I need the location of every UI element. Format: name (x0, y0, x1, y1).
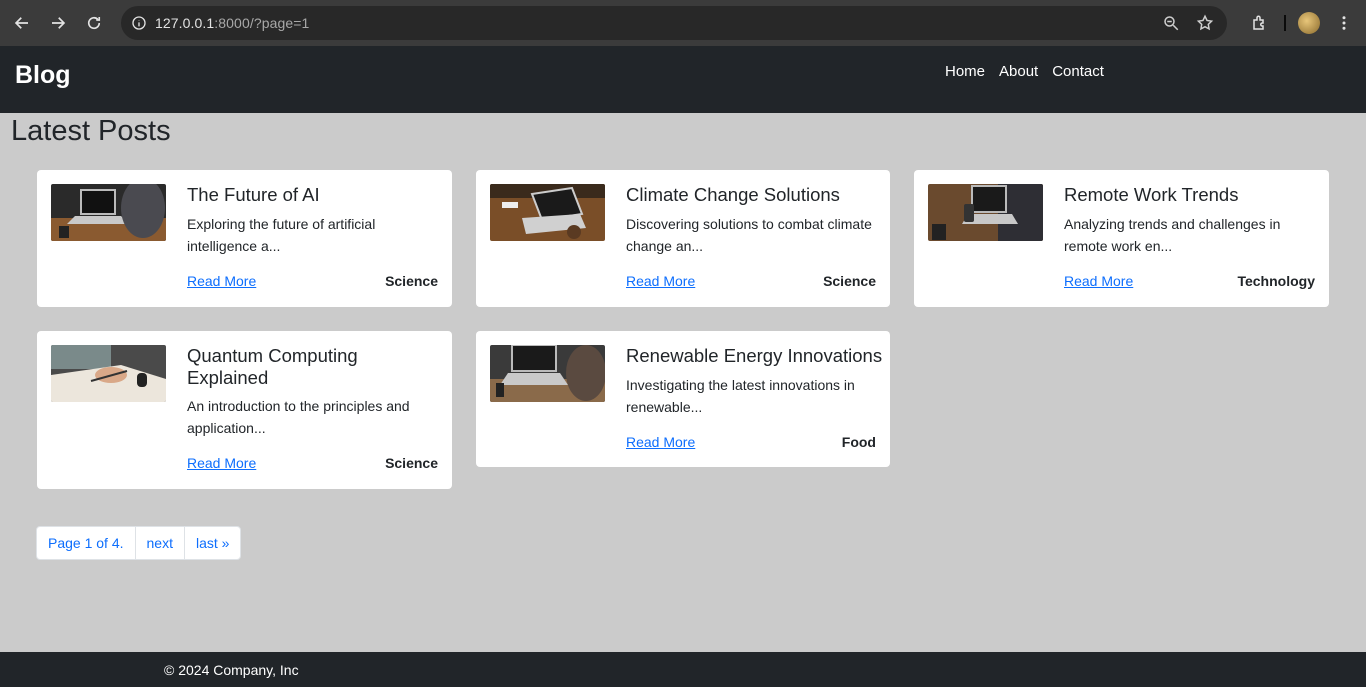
post-title[interactable]: The Future of AI (187, 184, 442, 206)
post-title[interactable]: Climate Change Solutions (626, 184, 881, 206)
post-card: Renewable Energy Innovations Investigati… (476, 331, 890, 467)
nav-home-link[interactable]: Home (945, 63, 985, 80)
nav-about-link[interactable]: About (999, 63, 1038, 80)
address-bar[interactable]: 127.0.0.1:8000/?page=1 (121, 6, 1227, 40)
read-more-link[interactable]: Read More (187, 455, 256, 471)
post-title[interactable]: Remote Work Trends (1064, 184, 1319, 206)
bookmark-star-icon[interactable] (1191, 9, 1219, 37)
post-excerpt: Investigating the latest innovations in … (626, 377, 855, 415)
pagination: Page 1 of 4. next last » (36, 526, 242, 560)
pagination-last-link[interactable]: last » (185, 527, 240, 559)
post-excerpt: Analyzing trends and challenges in remot… (1064, 216, 1281, 254)
post-excerpt: Exploring the future of artificial intel… (187, 216, 376, 254)
back-icon[interactable] (4, 5, 40, 41)
post-category: Technology (1237, 273, 1315, 289)
post-title[interactable]: Quantum Computing Explained (187, 345, 442, 389)
post-card: The Future of AI Exploring the future of… (37, 170, 452, 307)
url-host: 127.0.0.1 (155, 15, 215, 31)
post-category: Food (841, 434, 876, 450)
post-category: Science (385, 455, 438, 471)
extensions-icon[interactable] (1242, 5, 1278, 41)
site-info-icon[interactable] (123, 15, 155, 31)
site-footer: © 2024 Company, Inc (0, 652, 1366, 687)
pagination-current: Page 1 of 4. (37, 527, 136, 559)
post-card: Remote Work Trends Analyzing trends and … (914, 170, 1329, 307)
url-text: 127.0.0.1:8000/?page=1 (155, 15, 309, 31)
post-thumbnail (51, 184, 166, 241)
brand-logo[interactable]: Blog (15, 61, 71, 90)
read-more-link[interactable]: Read More (187, 273, 256, 289)
menu-kebab-icon[interactable] (1326, 5, 1362, 41)
post-card: Climate Change Solutions Discovering sol… (476, 170, 890, 307)
post-category: Science (823, 273, 876, 289)
pagination-next-link[interactable]: next (136, 527, 185, 559)
post-card: Quantum Computing Explained An introduct… (37, 331, 452, 489)
post-thumbnail (51, 345, 166, 402)
post-thumbnail (490, 345, 605, 402)
post-excerpt: Discovering solutions to combat climate … (626, 216, 872, 254)
toolbar-divider (1284, 15, 1286, 31)
site-navbar: Blog Home About Contact (0, 46, 1366, 113)
forward-icon[interactable] (40, 5, 76, 41)
read-more-link[interactable]: Read More (626, 273, 695, 289)
post-title[interactable]: Renewable Energy Innovations (626, 345, 886, 367)
profile-avatar[interactable] (1298, 12, 1320, 34)
reload-icon[interactable] (76, 5, 112, 41)
post-thumbnail (490, 184, 605, 241)
post-thumbnail (928, 184, 1043, 241)
footer-copyright: © 2024 Company, Inc (164, 662, 299, 678)
zoom-icon[interactable] (1157, 9, 1185, 37)
url-path: :8000/?page=1 (214, 15, 310, 31)
post-category: Science (385, 273, 438, 289)
nav-links: Home About Contact (945, 63, 1104, 80)
browser-toolbar: 127.0.0.1:8000/?page=1 (0, 0, 1366, 46)
page-title: Latest Posts (11, 115, 171, 147)
nav-contact-link[interactable]: Contact (1052, 63, 1104, 80)
read-more-link[interactable]: Read More (626, 434, 695, 450)
read-more-link[interactable]: Read More (1064, 273, 1133, 289)
post-excerpt: An introduction to the principles and ap… (187, 398, 410, 436)
